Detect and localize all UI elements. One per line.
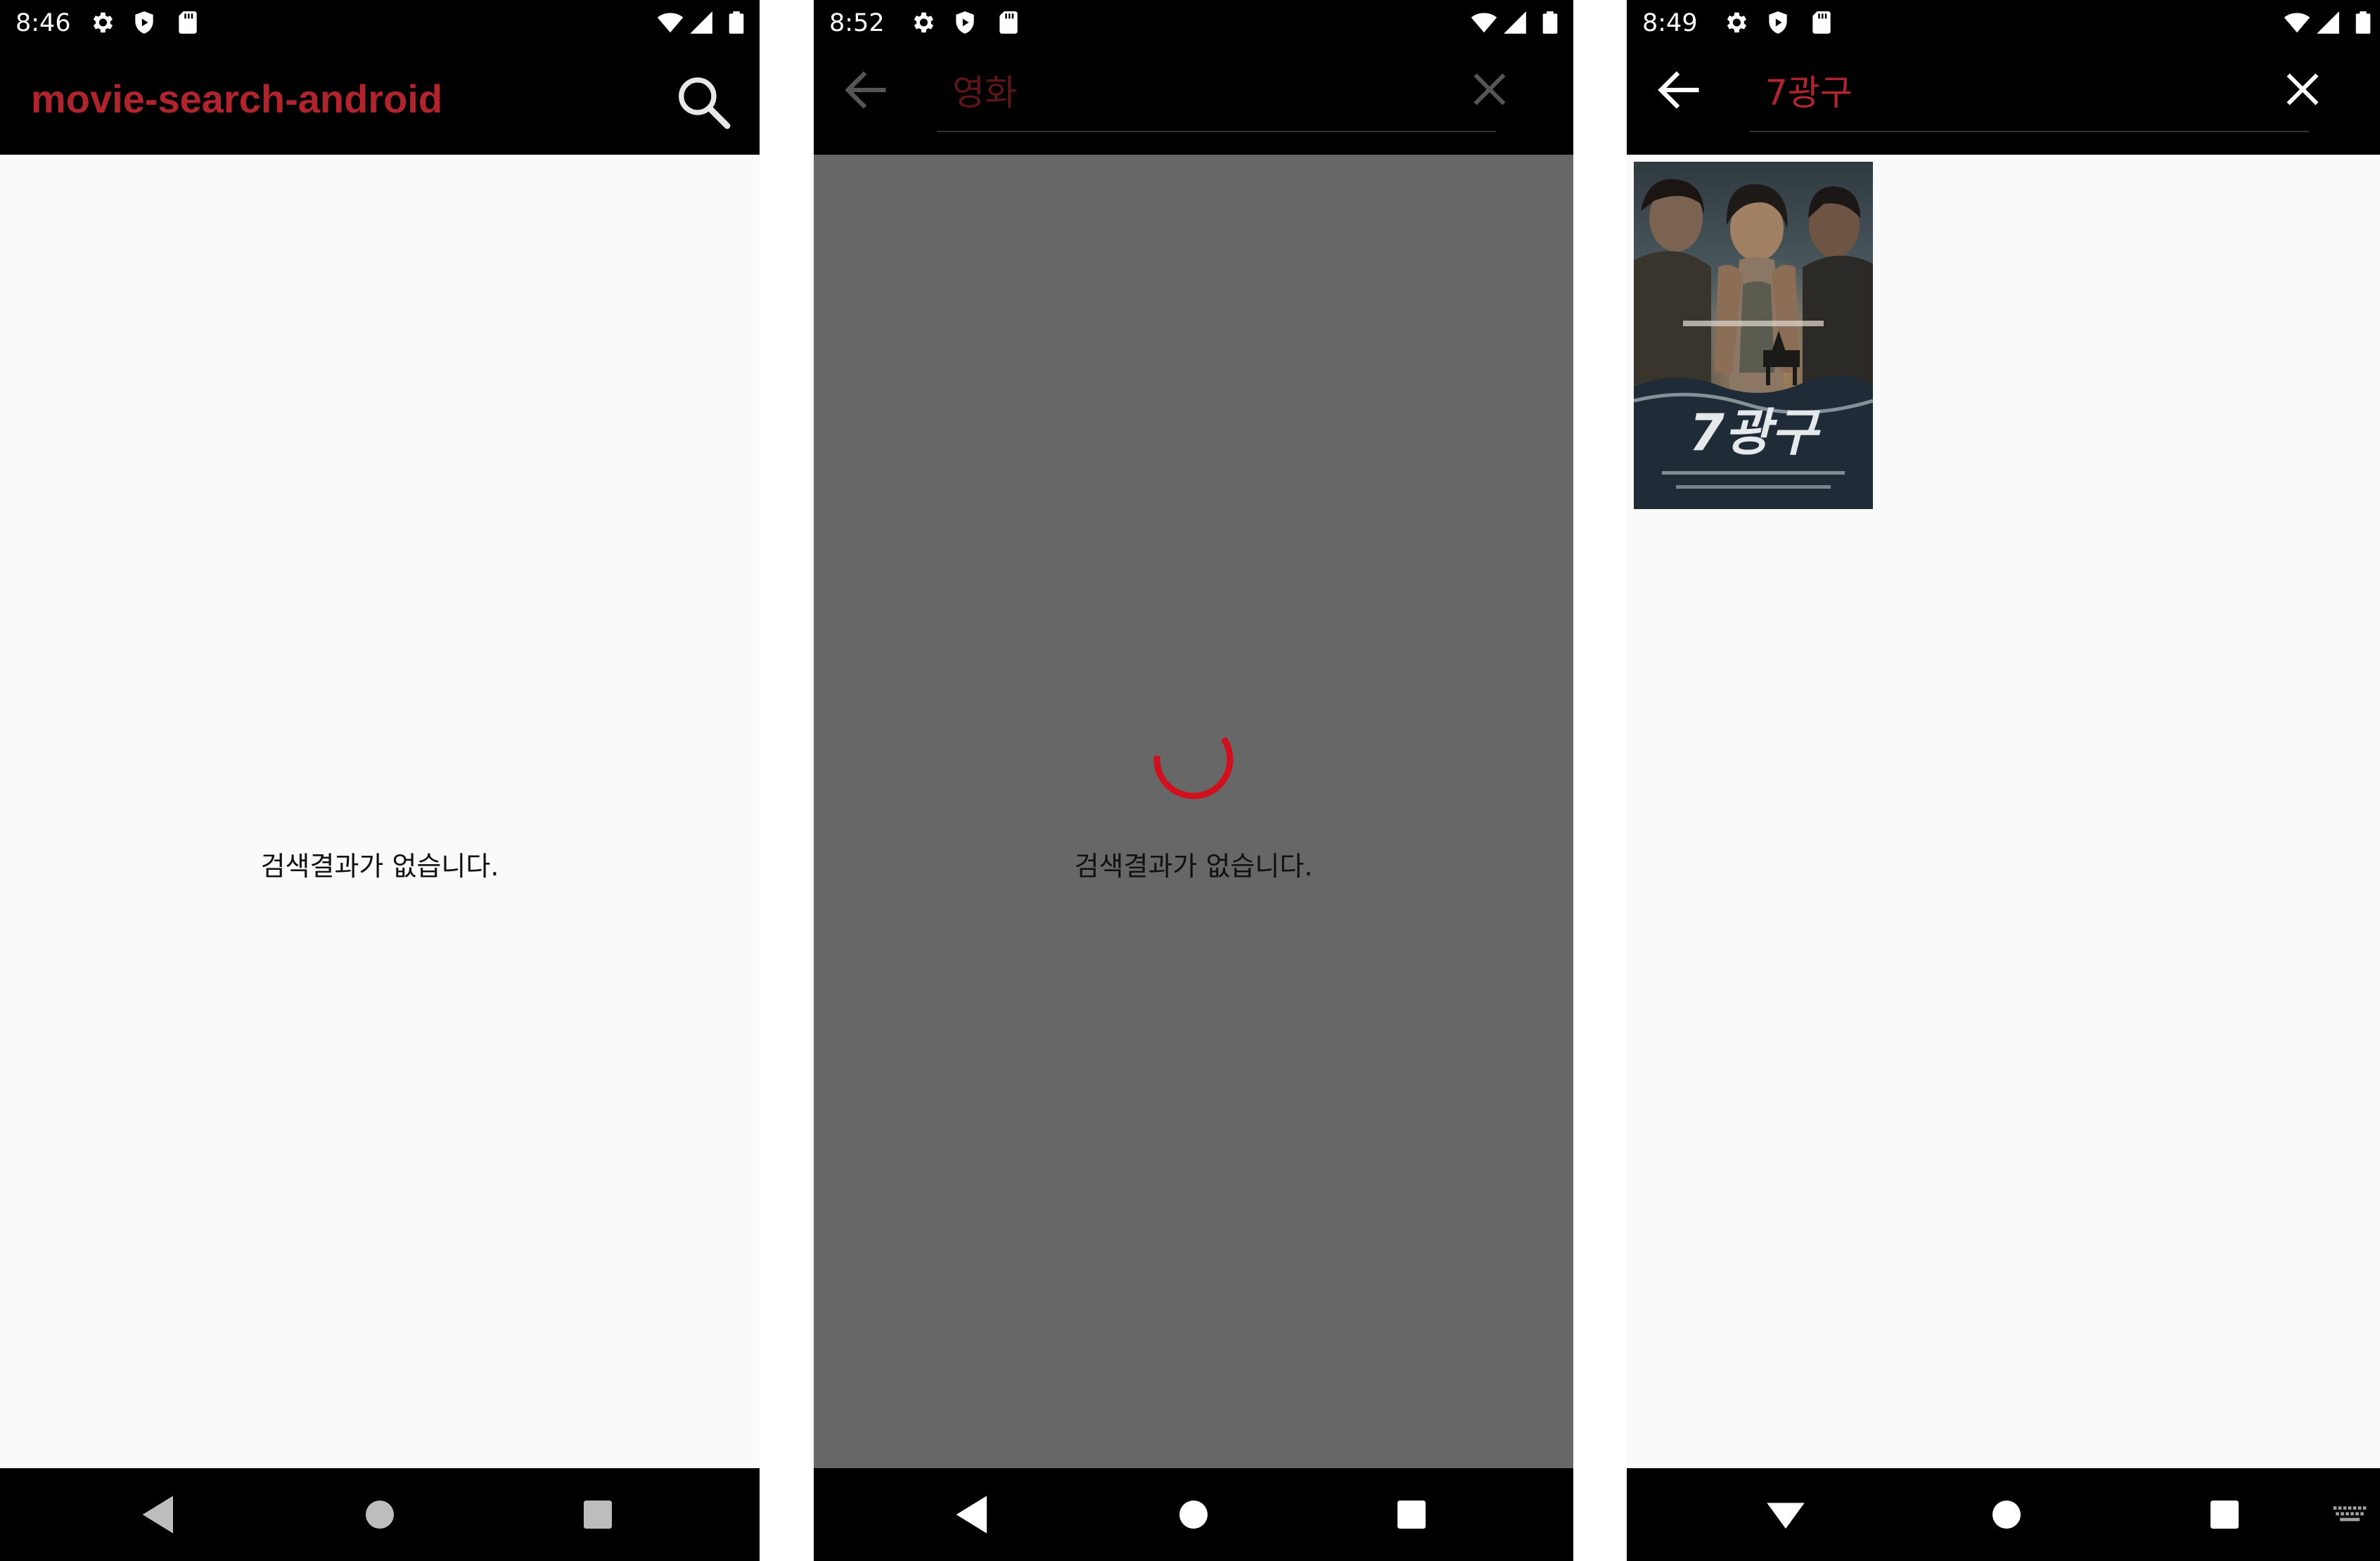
status-time: 8:52: [829, 9, 885, 37]
app-bar: movie-search-android: [0, 46, 760, 155]
app-title: movie-search-android: [31, 77, 443, 121]
shield-icon: [1765, 8, 1791, 37]
sd-card-icon: [995, 8, 1022, 37]
navigation-bar: [0, 1468, 760, 1561]
wifi-icon: [2284, 8, 2310, 37]
search-icon[interactable]: [673, 72, 735, 134]
back-icon[interactable]: [131, 1486, 187, 1543]
home-icon[interactable]: [1165, 1486, 1222, 1543]
signal-icon: [1502, 8, 1528, 37]
back-icon[interactable]: [945, 1486, 1001, 1543]
settings-icon: [1722, 8, 1749, 37]
loading-overlay: 검색결과가 없습니다.: [814, 155, 1573, 1468]
search-input[interactable]: 7광구: [1750, 60, 2309, 132]
settings-icon: [89, 8, 115, 37]
search-query: 7광구: [1765, 72, 1853, 113]
wifi-icon: [657, 8, 684, 37]
hide-keyboard-icon[interactable]: [1758, 1486, 1814, 1543]
battery-icon: [723, 8, 750, 37]
phone-screen-home: 8:46 movie-search-android 검색결과가 없습니다.: [0, 0, 760, 1561]
poster-title: 7광구: [1689, 403, 1821, 462]
empty-results-message: 검색결과가 없습니다.: [1074, 851, 1313, 882]
home-icon[interactable]: [1978, 1486, 2035, 1543]
wifi-icon: [1471, 8, 1497, 37]
status-bar: 8:49: [1627, 0, 2380, 46]
signal-icon: [2315, 8, 2341, 37]
home-icon[interactable]: [352, 1486, 408, 1543]
recents-icon[interactable]: [2196, 1486, 2253, 1543]
search-input[interactable]: 영화: [937, 60, 1496, 132]
results-area: 검색결과가 없습니다.: [0, 155, 760, 1468]
close-icon[interactable]: [1465, 65, 1514, 114]
battery-icon: [1537, 8, 1563, 37]
loading-spinner: [1153, 719, 1234, 799]
movie-poster-result[interactable]: 7광구: [1634, 162, 1873, 509]
status-time: 8:49: [1642, 9, 1698, 37]
search-bar: 영화: [814, 46, 1573, 155]
recents-icon[interactable]: [1383, 1486, 1440, 1543]
signal-icon: [688, 8, 715, 37]
recents-icon[interactable]: [570, 1486, 626, 1543]
status-bar: 8:46: [0, 0, 760, 46]
phone-screen-results: 8:49 7광구 7광구: [1627, 0, 2380, 1561]
settings-icon: [909, 8, 936, 37]
status-time: 8:46: [15, 9, 71, 37]
close-icon[interactable]: [2278, 65, 2327, 114]
navigation-bar: [814, 1468, 1573, 1561]
sd-card-icon: [1808, 8, 1835, 37]
battery-icon: [2350, 8, 2376, 37]
search-query: 영화: [952, 72, 1017, 113]
sd-card-icon: [174, 8, 201, 37]
results-grid: 7광구: [1627, 155, 2380, 1468]
status-bar: 8:52: [814, 0, 1573, 46]
shield-icon: [131, 8, 158, 37]
shield-icon: [952, 8, 978, 37]
navigation-bar: [1627, 1468, 2380, 1561]
arrow-left-icon[interactable]: [839, 63, 892, 117]
phone-screen-loading: 8:52 영화 검색결과가 없습니다.: [814, 0, 1573, 1561]
search-bar: 7광구: [1627, 46, 2380, 155]
arrow-left-icon[interactable]: [1652, 63, 1706, 117]
empty-results-message: 검색결과가 없습니다.: [260, 851, 499, 882]
keyboard-icon[interactable]: [2330, 1495, 2369, 1534]
